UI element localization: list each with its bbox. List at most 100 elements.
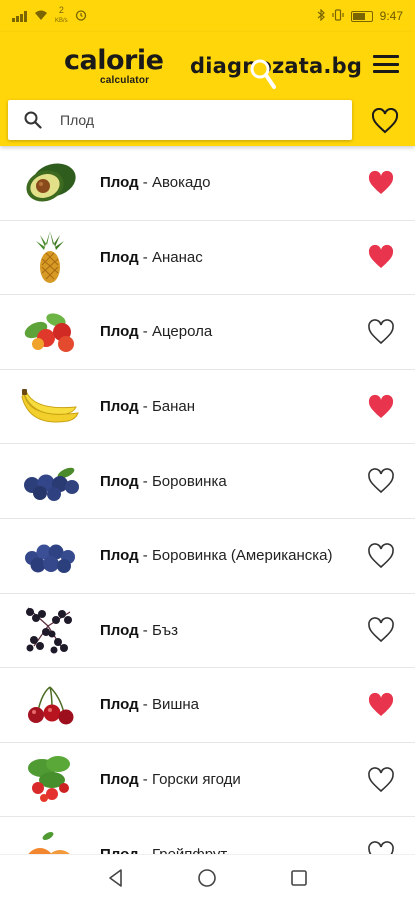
status-left: 2 KB/s bbox=[12, 6, 87, 26]
logo-sub: calculator bbox=[100, 75, 150, 86]
system-nav-bar bbox=[0, 854, 415, 900]
usb-icon: 2 KB/s bbox=[55, 5, 68, 25]
list-item[interactable]: Плод - Авокадо bbox=[0, 146, 415, 221]
item-category: Плод bbox=[100, 696, 139, 714]
list-item[interactable]: Плод - Боровинка (Американска) bbox=[0, 519, 415, 594]
hamburger-menu-icon[interactable] bbox=[372, 52, 400, 76]
item-name: Боровинка (Американска) bbox=[151, 547, 333, 565]
search-bar[interactable] bbox=[8, 100, 352, 140]
item-label: Плод - Горски ягоди bbox=[100, 771, 241, 788]
item-name: Бъз bbox=[151, 621, 179, 639]
item-separator: - bbox=[138, 248, 152, 266]
search-input[interactable] bbox=[60, 112, 320, 128]
avocado-image bbox=[26, 163, 76, 202]
item-name: Ананас bbox=[151, 248, 203, 266]
item-category: Плод bbox=[100, 846, 139, 854]
list-item[interactable]: Плод - Бъз bbox=[0, 594, 415, 669]
wild-strawberry-image bbox=[28, 755, 70, 802]
item-name: Ацерола bbox=[151, 323, 213, 341]
favorite-heart-filled-icon[interactable] bbox=[367, 692, 395, 718]
item-category: Плод bbox=[100, 398, 139, 416]
item-label: Плод - Вишна bbox=[100, 696, 199, 713]
item-name: Вишна bbox=[151, 696, 199, 714]
bluetooth-icon bbox=[317, 8, 325, 23]
status-right: 9:47 bbox=[317, 8, 403, 23]
diagnozata-logo: diagnozata.bg bbox=[190, 54, 363, 78]
item-separator: - bbox=[138, 323, 152, 341]
logo-main: calorie bbox=[64, 45, 164, 76]
item-category: Плод bbox=[100, 248, 139, 266]
elderberry-image bbox=[26, 607, 72, 654]
blueberry-american-image bbox=[25, 544, 75, 573]
wifi-icon bbox=[34, 10, 48, 23]
item-category: Плод bbox=[100, 323, 139, 341]
list-item[interactable]: Плод - Боровинка bbox=[0, 444, 415, 519]
favorite-heart-filled-icon[interactable] bbox=[367, 244, 395, 270]
item-label: Плод - Боровинка (Американска) bbox=[100, 547, 332, 564]
item-label: Плод - Авокадо bbox=[100, 174, 210, 191]
item-label: Плод - Грейпфрут bbox=[100, 846, 227, 854]
item-name: Горски ягоди bbox=[151, 771, 241, 789]
menu-line bbox=[373, 62, 399, 66]
item-separator: - bbox=[138, 472, 152, 490]
item-separator: - bbox=[138, 621, 152, 639]
list-item[interactable]: Плод - Ацерола bbox=[0, 295, 415, 370]
status-bar: 2 KB/s 9:47 bbox=[0, 0, 415, 32]
list-item[interactable]: Плод - Ананас bbox=[0, 221, 415, 296]
item-label: Плод - Ацерола bbox=[100, 323, 212, 340]
favorite-heart-filled-icon[interactable] bbox=[367, 170, 395, 196]
banana-image bbox=[21, 388, 79, 423]
item-name: Банан bbox=[151, 398, 196, 416]
item-category: Плод bbox=[100, 472, 139, 490]
battery-icon bbox=[350, 10, 373, 22]
item-name: Грейпфрут bbox=[152, 846, 227, 854]
item-label: Плод - Ананас bbox=[100, 249, 203, 266]
recents-icon[interactable] bbox=[288, 867, 310, 889]
alarm-icon bbox=[75, 9, 87, 23]
item-category: Плод bbox=[100, 174, 139, 192]
back-icon[interactable] bbox=[105, 867, 127, 889]
favorite-heart-outline-icon[interactable] bbox=[367, 319, 395, 345]
item-separator: - bbox=[139, 846, 152, 854]
item-separator: - bbox=[138, 696, 152, 714]
home-icon[interactable] bbox=[196, 867, 218, 889]
logo-magnifier-icon bbox=[250, 59, 276, 89]
item-label: Плод - Банан bbox=[100, 398, 195, 415]
cherry-image bbox=[28, 686, 74, 725]
item-name: Авокадо bbox=[151, 174, 211, 192]
signal-icon bbox=[12, 10, 27, 22]
list-item[interactable]: Плод - Горски ягоди bbox=[0, 743, 415, 818]
network-speed: KB/s bbox=[55, 18, 68, 24]
favorite-heart-outline-icon[interactable] bbox=[367, 766, 395, 793]
list-item[interactable]: Плод - Грейпфрут bbox=[0, 817, 415, 854]
blueberry-image bbox=[24, 467, 79, 502]
list-item[interactable]: Плод - Вишна bbox=[0, 668, 415, 743]
list-item[interactable]: Плод - Банан bbox=[0, 370, 415, 445]
item-category: Плод bbox=[100, 621, 139, 639]
grapefruit-image bbox=[28, 832, 70, 854]
favorites-filter-heart-icon[interactable] bbox=[371, 108, 399, 134]
favorite-heart-outline-icon[interactable] bbox=[367, 841, 395, 854]
menu-line bbox=[373, 70, 399, 73]
food-list: Плод - Авокадо Плод - Ананас Плод - Ацер… bbox=[0, 146, 415, 854]
pineapple-image bbox=[36, 231, 64, 284]
search-icon bbox=[24, 111, 42, 129]
calorie-calculator-logo: calorie calculator bbox=[64, 46, 174, 92]
acerola-image bbox=[24, 313, 74, 352]
favorite-heart-outline-icon[interactable] bbox=[367, 617, 395, 643]
item-label: Плод - Боровинка bbox=[100, 473, 227, 490]
item-separator: - bbox=[138, 547, 152, 565]
item-category: Плод bbox=[100, 547, 139, 565]
favorite-heart-outline-icon[interactable] bbox=[367, 542, 395, 569]
item-separator: - bbox=[138, 771, 152, 789]
item-label: Плод - Бъз bbox=[100, 622, 178, 639]
favorite-heart-filled-icon[interactable] bbox=[367, 394, 395, 420]
favorite-heart-outline-icon[interactable] bbox=[367, 468, 395, 494]
item-category: Плод bbox=[100, 771, 139, 789]
item-separator: - bbox=[138, 174, 152, 192]
item-name: Боровинка bbox=[151, 472, 227, 490]
vibrate-icon bbox=[332, 9, 344, 23]
menu-line bbox=[373, 55, 399, 58]
item-separator: - bbox=[138, 398, 152, 416]
status-time: 9:47 bbox=[379, 9, 403, 23]
